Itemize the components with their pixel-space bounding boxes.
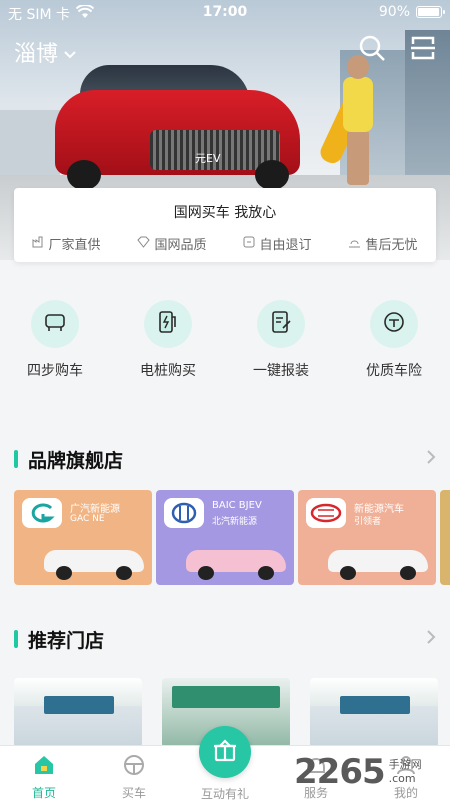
battery-percent: 90% <box>378 4 410 20</box>
gac-logo <box>22 498 62 528</box>
search-icon[interactable] <box>358 34 386 66</box>
hero-car-image: 元EV <box>55 65 300 190</box>
watermark-line2: .com <box>388 772 416 785</box>
refund-icon <box>243 236 255 252</box>
tab-buy-car[interactable]: 买车 <box>99 752 169 800</box>
scan-icon[interactable] <box>410 34 436 66</box>
store-image <box>340 696 410 714</box>
section-accent-bar <box>14 450 18 468</box>
brand-card-gac[interactable]: 广汽新能源 GAC NE <box>14 490 152 585</box>
brand-carousel[interactable]: 广汽新能源 GAC NE BAIC BJEV 北汽新能源 新能源汽车 引领者 <box>14 490 450 585</box>
store-image <box>44 696 114 714</box>
section-title: 推荐门店 <box>28 629 105 652</box>
chevron-right-icon[interactable] <box>426 449 436 469</box>
brand-car-image <box>44 542 144 580</box>
brand-section-header[interactable]: 品牌旗舰店 <box>14 446 436 472</box>
store-image <box>172 686 280 708</box>
charger-icon <box>157 309 179 339</box>
steering-wheel-icon <box>121 752 147 778</box>
section-title: 品牌旗舰店 <box>28 449 124 472</box>
tab-rewards[interactable] <box>199 726 251 778</box>
car-icon <box>43 311 67 337</box>
factory-icon <box>32 236 44 252</box>
hero-model-image <box>317 55 385 185</box>
brand-car-image <box>186 542 286 580</box>
watermark-number: 2265 <box>294 752 386 792</box>
store-card[interactable] <box>14 678 142 748</box>
site-watermark: 2265 手游网 .com <box>294 748 444 796</box>
battery-icon <box>416 6 445 18</box>
feature-factory: 厂家直供 <box>32 234 101 253</box>
diamond-icon <box>137 236 151 252</box>
quick-action-charger[interactable]: 电桩购买 <box>118 300 218 380</box>
brand-card-partial[interactable] <box>440 490 450 585</box>
tab-rewards-label: 互动有礼 <box>200 787 249 800</box>
slogan-title: 国网买车 我放心 <box>173 205 277 221</box>
service-icon <box>348 236 361 252</box>
brand-car-image <box>328 542 428 580</box>
feature-refund: 自由退订 <box>243 234 312 253</box>
feature-quality: 国网品质 <box>137 234 207 253</box>
car-badge: 元EV <box>195 152 221 165</box>
quick-actions: 四步购车 电桩购买 一键报装 优质车险 <box>0 300 450 400</box>
section-accent-bar <box>14 630 18 648</box>
status-bar: 无 SIM 卡 17:00 90% <box>0 0 450 26</box>
brand-card-byd[interactable]: 新能源汽车 引领者 <box>298 490 436 585</box>
slogan-card: 国网买车 我放心 厂家直供 国网品质 自由退订 售后无忧 <box>14 188 436 262</box>
store-section-header[interactable]: 推荐门店 <box>14 626 436 652</box>
tab-home[interactable]: 首页 <box>9 752 79 800</box>
chevron-down-icon <box>64 40 76 65</box>
insurance-icon <box>382 310 406 338</box>
watermark-line1: 手游网 <box>388 758 422 771</box>
home-icon <box>31 752 57 778</box>
byd-logo <box>306 498 346 528</box>
form-icon <box>270 310 292 338</box>
city-selector[interactable]: 淄博 <box>14 36 76 68</box>
quick-action-four-step[interactable]: 四步购车 <box>5 300 105 380</box>
baic-logo <box>164 498 204 528</box>
gift-icon <box>212 737 238 767</box>
feature-aftersales: 售后无忧 <box>348 234 418 253</box>
quick-action-install[interactable]: 一键报装 <box>231 300 331 380</box>
store-card[interactable] <box>310 678 438 748</box>
quick-action-insurance[interactable]: 优质车险 <box>344 300 444 380</box>
city-label: 淄博 <box>14 42 59 67</box>
chevron-right-icon[interactable] <box>426 629 436 649</box>
brand-card-baic[interactable]: BAIC BJEV 北汽新能源 <box>156 490 294 585</box>
